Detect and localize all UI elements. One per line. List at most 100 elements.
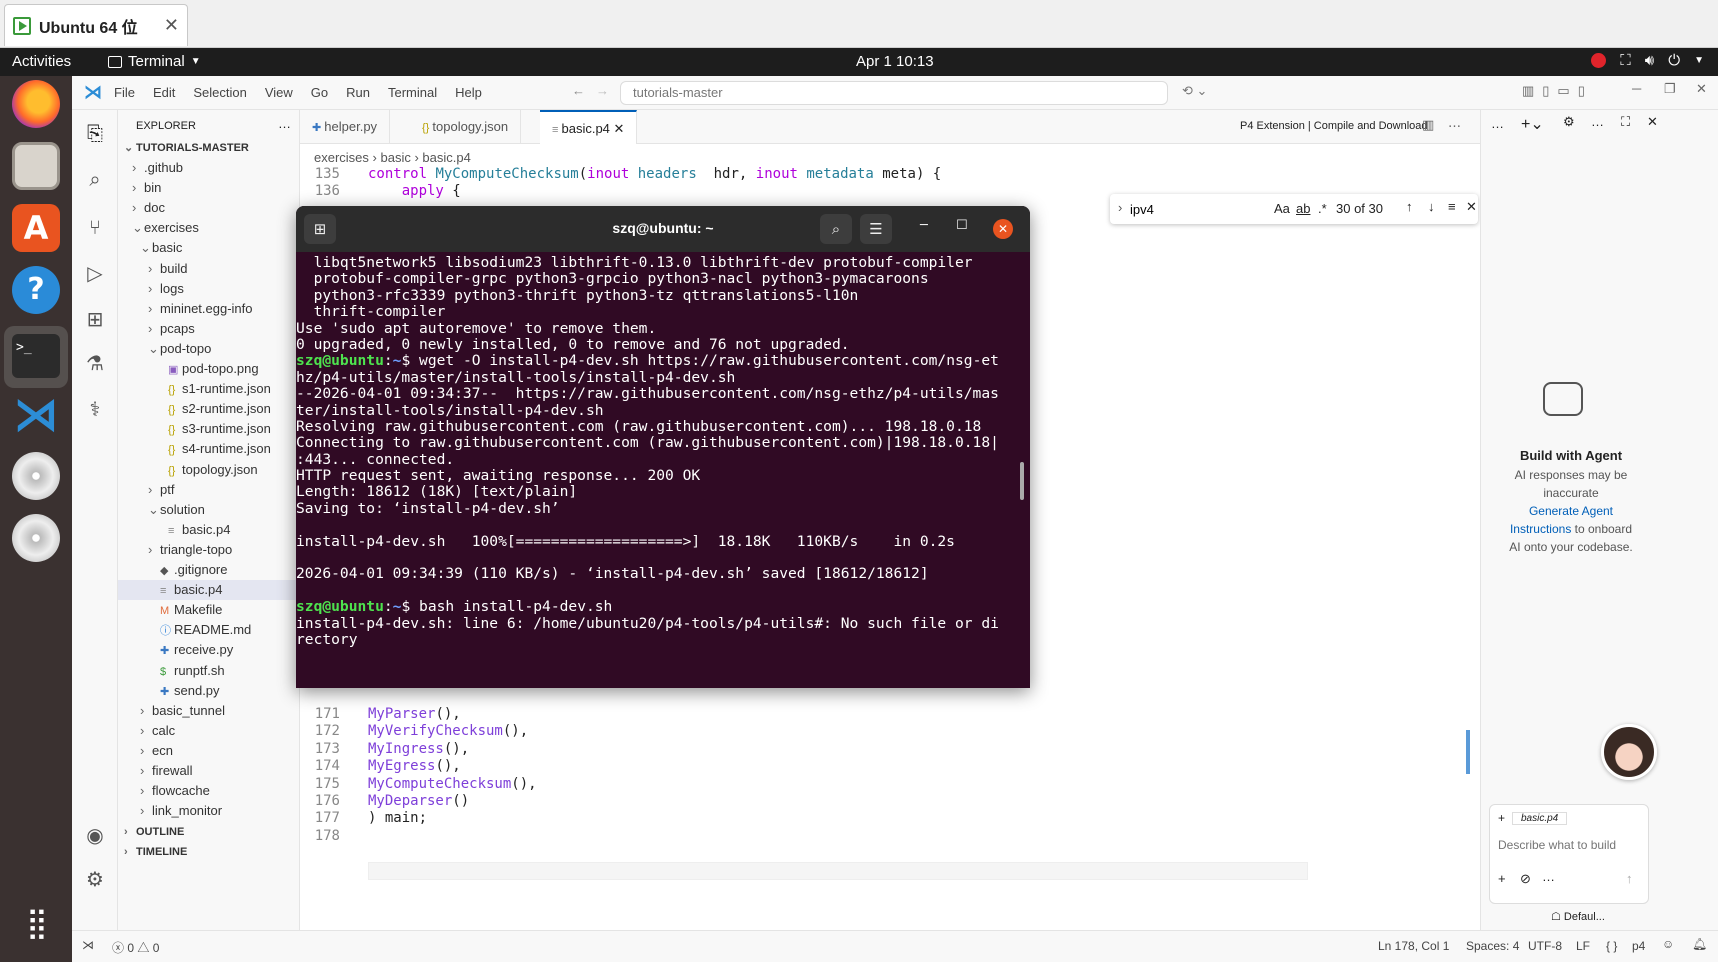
context-file-chip[interactable]: basic.p4 xyxy=(1512,812,1568,825)
match-case-toggle[interactable]: Aa xyxy=(1274,201,1290,216)
maximize-icon[interactable]: ☐ xyxy=(956,218,968,233)
tree-item[interactable]: ✚ receive.py xyxy=(118,640,300,660)
add-icon[interactable]: + xyxy=(1498,871,1506,886)
maximize-icon[interactable]: ❐ xyxy=(1664,81,1676,97)
tree-item[interactable]: M Makefile xyxy=(118,600,300,620)
notifications-icon[interactable]: 🔔︎ xyxy=(1692,937,1707,951)
tree-item[interactable]: › triangle-topo xyxy=(118,540,300,560)
breadcrumb-item[interactable]: exercises xyxy=(314,150,369,165)
search-icon[interactable]: ⌕ xyxy=(820,214,852,244)
show-apps-icon[interactable]: ⣿ xyxy=(12,902,60,950)
more-actions-icon[interactable]: … xyxy=(1591,114,1604,129)
tab-helper-py[interactable]: ✚ helper.py xyxy=(300,110,391,144)
tree-item[interactable]: › mininet.egg-info xyxy=(118,299,300,319)
hamburger-menu-icon[interactable]: ☰ xyxy=(860,214,892,244)
dvd-icon[interactable] xyxy=(12,452,60,500)
remote-icon[interactable]: ⋊ xyxy=(82,938,94,952)
explorer-icon[interactable]: ⎘ xyxy=(82,120,108,146)
tree-item[interactable]: ≡ basic.p4 xyxy=(118,520,300,540)
close-icon[interactable]: ✕ xyxy=(993,219,1013,239)
explorer-root[interactable]: ⌄ TUTORIALS-MASTER xyxy=(124,138,249,158)
chat-input[interactable] xyxy=(1498,835,1644,855)
tree-item[interactable]: ✚ send.py xyxy=(118,681,300,701)
gear-icon[interactable]: ⚙ xyxy=(82,866,108,892)
agent-mode-picker[interactable]: ☖ Defaul... xyxy=(1551,910,1605,923)
scrollbar[interactable] xyxy=(1466,730,1470,774)
run-debug-icon[interactable]: ▷ xyxy=(82,260,108,286)
tree-item[interactable]: › bin xyxy=(118,178,300,198)
forward-arrow-icon[interactable]: → xyxy=(596,83,609,98)
tree-item[interactable]: {} s3-runtime.json xyxy=(118,419,300,439)
cursor-position[interactable]: Ln 178, Col 1 xyxy=(1378,939,1449,953)
close-icon[interactable]: ✕ xyxy=(610,121,625,136)
minimize-icon[interactable]: ─ xyxy=(920,218,928,233)
previous-match-icon[interactable]: ↑ xyxy=(1406,199,1413,214)
close-icon[interactable]: ✕ xyxy=(1696,81,1707,97)
clock[interactable]: Apr 1 10:13 xyxy=(856,53,934,70)
testing-icon[interactable]: ⚗ xyxy=(82,350,108,376)
app-center-icon[interactable]: A xyxy=(12,204,60,252)
breadcrumb-item[interactable]: basic xyxy=(380,150,410,165)
menu-item-help[interactable]: Help xyxy=(455,85,482,100)
layout-controls[interactable]: ▥▯▭▯ xyxy=(1522,83,1593,99)
account-icon[interactable]: ◉ xyxy=(82,822,108,848)
system-tray[interactable]: ⛶ 🔊︎ ⏻ ▼ xyxy=(1591,52,1704,69)
search-icon[interactable]: ⌕ xyxy=(82,166,108,192)
copilot-icon[interactable]: ⟲ ⌄ xyxy=(1182,83,1207,99)
files-icon[interactable] xyxy=(12,142,60,190)
terminal-output[interactable]: libqt5network5 libsodium23 libthrift-0.1… xyxy=(296,252,1016,688)
menu-item-edit[interactable]: Edit xyxy=(153,85,175,100)
vscode-icon[interactable]: ⋊ xyxy=(12,390,60,438)
back-arrow-icon[interactable]: ← xyxy=(572,83,585,98)
match-word-toggle[interactable]: ab xyxy=(1296,201,1310,216)
tree-item[interactable]: › logs xyxy=(118,279,300,299)
language-status-icon[interactable]: { } xyxy=(1606,939,1617,953)
tree-item[interactable]: › flowcache xyxy=(118,781,300,801)
terminal-app-icon[interactable]: >_ xyxy=(4,326,68,388)
tree-item[interactable]: ⓘ README.md xyxy=(118,620,300,640)
regex-toggle[interactable]: .* xyxy=(1318,201,1327,216)
tree-item[interactable]: › calc xyxy=(118,721,300,741)
add-context-icon[interactable]: + xyxy=(1498,811,1505,825)
tree-item[interactable]: ≡ basic.p4 xyxy=(118,580,300,601)
source-control-icon[interactable]: ⑂ xyxy=(82,214,108,240)
tree-item[interactable]: › basic_tunnel xyxy=(118,701,300,721)
tools-icon[interactable]: ⊘ xyxy=(1520,871,1531,887)
tree-item[interactable]: {} s2-runtime.json xyxy=(118,399,300,419)
close-icon[interactable]: ✕ xyxy=(1647,114,1658,130)
indentation[interactable]: Spaces: 4 xyxy=(1466,939,1519,953)
close-find-icon[interactable]: ✕ xyxy=(1466,199,1477,215)
p4-extension-action[interactable]: P4 Extension | Compile and Download xyxy=(1240,120,1428,132)
maximize-icon[interactable]: ⛶ xyxy=(1621,114,1630,130)
outline-section[interactable]: › OUTLINE xyxy=(124,822,184,842)
problems-indicator[interactable]: ⓧ 0 △ 0 xyxy=(112,939,159,956)
vm-tab[interactable]: Ubuntu 64 位 ✕ xyxy=(4,4,188,46)
tree-item[interactable]: › .github xyxy=(118,158,300,178)
tree-item[interactable]: › build xyxy=(118,259,300,279)
menu-item-run[interactable]: Run xyxy=(346,85,370,100)
tree-item[interactable]: ⌄solution xyxy=(118,500,300,520)
next-match-icon[interactable]: ↓ xyxy=(1428,199,1435,214)
copilot-status-icon[interactable]: ☺ xyxy=(1662,937,1674,951)
tree-item[interactable]: › doc xyxy=(118,198,300,218)
tab-basic-p4[interactable]: ≡ basic.p4 ✕ xyxy=(540,110,638,144)
more-actions-icon[interactable]: … xyxy=(1491,116,1504,131)
tree-item[interactable]: $ runptf.sh xyxy=(118,661,300,681)
breadcrumb-item[interactable]: basic.p4 xyxy=(422,150,470,165)
language-mode[interactable]: p4 xyxy=(1632,939,1645,953)
tree-item[interactable]: ⌄exercises xyxy=(118,218,300,238)
close-icon[interactable]: ✕ xyxy=(164,15,179,36)
tree-item[interactable]: › ptf xyxy=(118,480,300,500)
terminal-scrollbar[interactable] xyxy=(1020,462,1024,500)
minimize-icon[interactable]: ─ xyxy=(1632,81,1641,96)
send-icon[interactable]: ↑ xyxy=(1626,871,1633,886)
menu-item-view[interactable]: View xyxy=(265,85,293,100)
tree-item[interactable]: › link_monitor xyxy=(118,801,300,821)
dvd-icon[interactable] xyxy=(12,514,60,562)
more-actions-icon[interactable]: … xyxy=(278,116,291,131)
tree-item[interactable]: ▣ pod-topo.png xyxy=(118,359,300,379)
find-input[interactable] xyxy=(1130,198,1270,220)
app-menu-terminal[interactable]: Terminal ▼ xyxy=(108,53,201,70)
tree-item[interactable]: {} s4-runtime.json xyxy=(118,439,300,459)
encoding[interactable]: UTF-8 xyxy=(1528,939,1562,953)
